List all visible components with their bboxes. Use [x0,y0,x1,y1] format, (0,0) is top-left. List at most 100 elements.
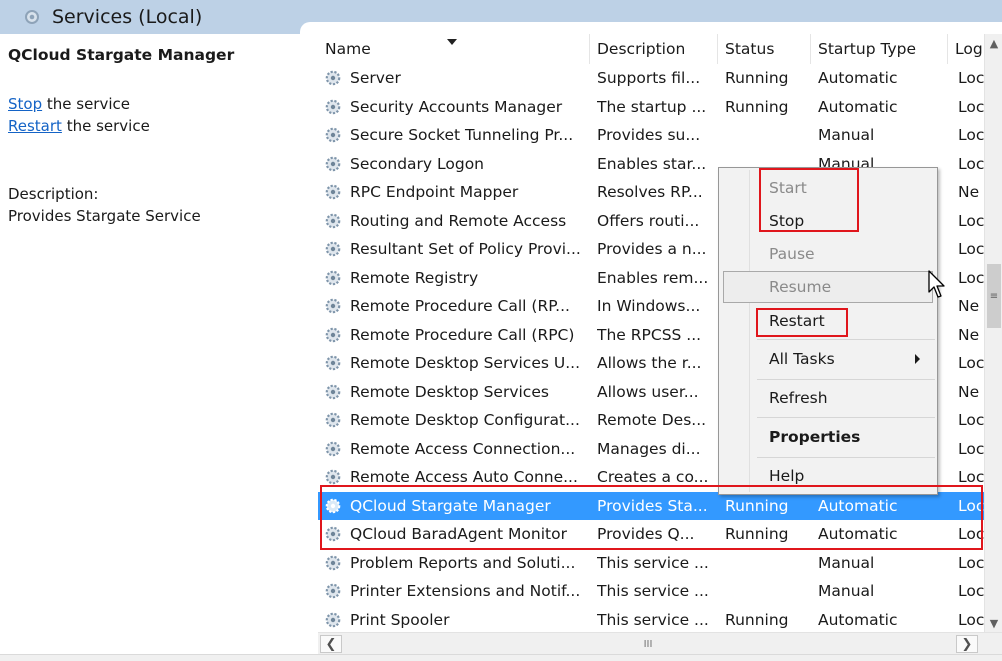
service-gear-icon [325,526,341,542]
menu-item-properties[interactable]: Properties [769,425,860,449]
service-description-cell: Remote Des... [597,411,707,429]
service-name-cell: Secure Socket Tunneling Pr... [350,126,574,144]
service-status-cell [725,577,817,606]
service-name-cell: Remote Access Auto Conne... [350,468,578,486]
description-label: Description: [8,185,99,203]
table-row[interactable]: Printer Extensions and Notif... This serv… [318,577,984,606]
service-logon-cell: Ne [958,382,980,401]
status-strip [0,654,1002,661]
service-gear-icon [325,469,341,485]
column-status[interactable]: Status [718,34,811,64]
service-logon-cell: Loc [958,126,984,144]
service-description-cell: This service ... [597,610,709,629]
service-logon-cell: Loc [958,411,984,429]
service-logon-cell: Loc [958,582,984,600]
scroll-grip-icon: ≡ [989,290,999,302]
services-icon [25,10,39,24]
menu-item-pause[interactable]: Pause [769,242,815,266]
menu-item-start[interactable]: Start [769,176,807,200]
service-gear-icon [325,612,341,627]
table-row[interactable]: QCloud Stargate Manager Provides Sta... Ru… [318,491,984,520]
menu-item-help[interactable]: Help [769,464,804,488]
menu-item-all-tasks[interactable]: All Tasks [769,347,835,371]
restart-service-link[interactable]: Restart [8,117,62,135]
service-description-cell: Creates a co... [597,468,709,486]
service-gear-icon [325,327,341,342]
service-name-cell: Remote Desktop Configurat... [350,411,580,429]
service-gear-icon [325,498,341,513]
service-name-cell: Resultant Set of Policy Provi... [350,240,581,258]
table-row[interactable]: Problem Reports and Soluti... This servic… [318,549,984,578]
scroll-left-icon[interactable]: ❮ [320,635,342,653]
service-description-cell: This service ... [597,553,709,572]
table-row[interactable]: Secure Socket Tunneling Pr... Provides su… [318,121,984,150]
extended-view-pane: QCloud Stargate Manager Stop the service… [0,34,316,661]
service-description-cell: In Windows... [597,297,701,315]
service-name-cell: Problem Reports and Soluti... [350,553,576,572]
service-startup-cell: Automatic [818,610,898,629]
service-status-cell [725,121,817,150]
service-startup-cell: Automatic [818,525,898,543]
menu-item-restart[interactable]: Restart [769,309,825,333]
horizontal-scroll-thumb[interactable]: III [344,637,952,651]
service-startup-cell: Manual [818,553,875,572]
table-row[interactable]: Print Spooler This service ... Running Auto… [318,606,984,633]
column-startup-type[interactable]: Startup Type [811,34,948,64]
service-description-cell: Enables rem... [597,268,709,287]
service-description-cell: Provides Q... [597,525,695,543]
horizontal-scrollbar[interactable]: ❮ III ❯ [318,632,1002,654]
menu-item-refresh[interactable]: Refresh [769,386,828,410]
service-logon-cell: Loc [958,268,984,287]
vertical-scrollbar[interactable]: ▲ ≡ ▼ [984,34,1002,632]
scroll-right-icon[interactable]: ❯ [956,635,978,653]
service-description-cell: Provides su... [597,126,701,144]
service-status-cell [725,549,817,578]
service-gear-icon [325,99,341,114]
column-header: Name Description Status Startup Type Log [318,34,1002,64]
scroll-up-icon[interactable]: ▲ [985,34,1002,52]
service-description-cell: Provides Sta... [597,496,708,515]
service-logon-cell: Loc [958,496,984,515]
column-description[interactable]: Description [590,34,718,64]
service-name-cell: Secondary Logon [350,154,485,173]
service-gear-icon [325,412,341,428]
table-row[interactable]: Security Accounts Manager The startup ...… [318,93,984,122]
service-status-cell: Running [725,525,789,543]
menu-item-stop[interactable]: Stop [769,209,804,233]
service-description-cell: Provides a n... [597,240,707,258]
table-row[interactable]: Server Supports fil... Running Automatic Loc [318,64,984,93]
service-name-cell: Security Accounts Manager [350,97,563,116]
stop-service-link[interactable]: Stop [8,95,42,113]
menu-item-resume[interactable]: Resume [769,275,831,299]
service-gear-icon [325,127,341,143]
restart-action: Restart the service [8,117,150,135]
service-description-cell: Resolves RP... [597,183,703,201]
service-logon-cell: Ne [958,325,980,344]
service-name-cell: Remote Access Connection... [350,439,576,458]
service-status-cell: Running [725,97,789,116]
restart-link-suffix: the service [61,117,150,135]
service-logon-cell: Ne [958,297,980,315]
table-row[interactable]: QCloud BaradAgent Monitor Provides Q... Ru… [318,520,984,549]
service-name-cell: Remote Desktop Services U... [350,354,580,372]
service-description-cell: Manages di... [597,439,701,458]
service-status-cell: Running [725,69,789,87]
scroll-grip-icon: III [643,638,653,650]
service-logon-cell: Loc [958,154,984,173]
service-logon-cell: Loc [958,97,984,116]
service-name-cell: Server [350,69,401,87]
vertical-scroll-thumb[interactable]: ≡ [987,264,1001,328]
service-gear-icon [325,184,341,200]
service-gear-icon [325,241,341,257]
service-logon-cell: Loc [958,525,984,543]
stop-action: Stop the service [8,95,130,113]
column-log-on-as[interactable]: Log [948,34,984,64]
scroll-down-icon[interactable]: ▼ [985,614,1002,632]
service-startup-cell: Automatic [818,97,898,116]
service-description-cell: Enables star... [597,154,707,173]
menu-separator [757,339,935,340]
service-description-cell: Allows user... [597,382,699,401]
header-title: Services (Local) [52,6,203,28]
service-startup-cell: Automatic [818,496,898,515]
service-description-cell: Supports fil... [597,69,701,87]
